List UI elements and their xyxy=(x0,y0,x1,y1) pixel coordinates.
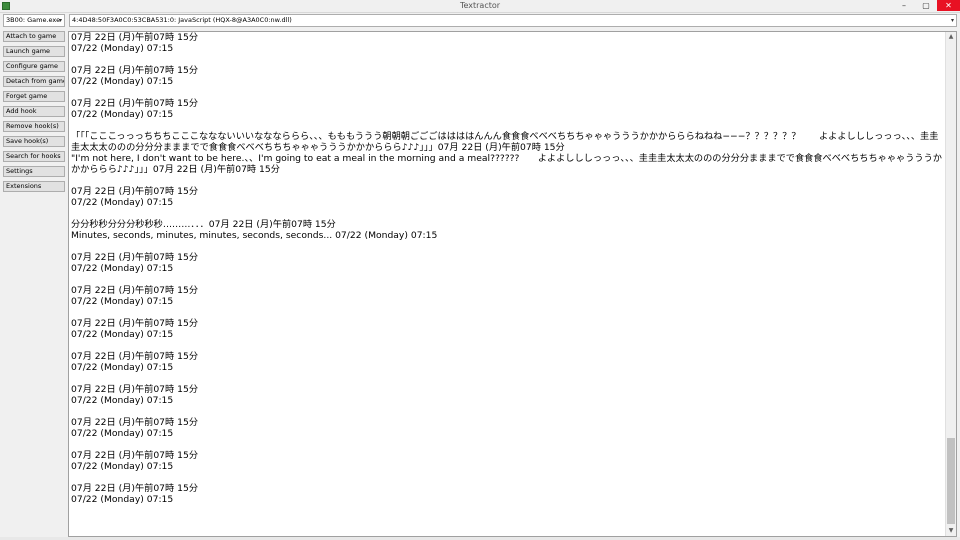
minimize-button[interactable]: – xyxy=(893,0,915,11)
remove-hooks-button[interactable]: Remove hook(s) xyxy=(3,121,65,132)
text-line: 07月 22日 (月)午前07時 15分 xyxy=(71,483,199,494)
text-line: 07/22 (Monday) 07:15 xyxy=(71,197,174,208)
detach-from-game-button[interactable]: Detach from game xyxy=(3,76,65,87)
text-line: 07月 22日 (月)午前07時 15分 xyxy=(71,384,199,395)
scroll-down-icon[interactable]: ▼ xyxy=(946,526,956,536)
text-line: 07/22 (Monday) 07:15 xyxy=(71,494,174,505)
text-line: 07月 22日 (月)午前07時 15分 xyxy=(71,285,199,296)
text-line xyxy=(71,54,943,65)
text-line: 07/22 (Monday) 07:15 xyxy=(71,362,174,373)
text-line: 07月 22日 (月)午前07時 15分 xyxy=(71,351,199,362)
text-line: 07月 22日 (月)午前07時 15分 xyxy=(71,65,199,76)
text-line: 07/22 (Monday) 07:15 xyxy=(71,395,174,406)
text-line: 07月 22日 (月)午前07時 15分 xyxy=(71,450,199,461)
process-select-value: 3B00: Game.exe xyxy=(6,16,61,24)
text-line: 「「「こここっっっちちちこここななないいいなななららら、、、もももううう朝朝朝ご… xyxy=(71,131,939,153)
hook-select-value: 4:4D48:50F3A0C0:53CBA531:0: JavaScript (… xyxy=(72,16,292,24)
chevron-down-icon: ▾ xyxy=(58,17,62,24)
text-line xyxy=(71,274,943,285)
text-line xyxy=(71,307,943,318)
process-select[interactable]: 3B00: Game.exe ▾ xyxy=(3,14,65,27)
maximize-button[interactable]: ▢ xyxy=(915,0,937,11)
window-title: Textractor xyxy=(459,1,501,10)
text-line: 07/22 (Monday) 07:15 xyxy=(71,76,174,87)
chevron-down-icon: ▾ xyxy=(950,17,954,24)
text-line xyxy=(71,340,943,351)
launch-game-button[interactable]: Launch game xyxy=(3,46,65,57)
close-button[interactable]: ✕ xyxy=(937,0,960,11)
title-bar: Textractor – ▢ ✕ xyxy=(0,0,960,13)
text-line xyxy=(71,175,943,186)
text-line: 07月 22日 (月)午前07時 15分 xyxy=(71,32,199,43)
text-line xyxy=(71,208,943,219)
text-line: 07/22 (Monday) 07:15 xyxy=(71,263,174,274)
text-line xyxy=(71,373,943,384)
text-line: 分分秒秒分分分秒秒秒………．．．07月 22日 (月)午前07時 15分 xyxy=(71,219,336,230)
text-line: 07月 22日 (月)午前07時 15分 xyxy=(71,186,199,197)
text-line xyxy=(71,87,943,98)
text-line: 07月 22日 (月)午前07時 15分 xyxy=(71,98,199,109)
save-hooks-button[interactable]: Save hook(s) xyxy=(3,136,65,147)
text-line: Minutes, seconds, minutes, minutes, seco… xyxy=(71,230,438,241)
extensions-button[interactable]: Extensions xyxy=(3,181,65,192)
text-line xyxy=(71,472,943,483)
vertical-scrollbar[interactable]: ▲ ▼ xyxy=(945,32,956,536)
settings-button[interactable]: Settings xyxy=(3,166,65,177)
text-line xyxy=(71,120,943,131)
text-line xyxy=(71,241,943,252)
configure-game-button[interactable]: Configure game xyxy=(3,61,65,72)
text-line: 07/22 (Monday) 07:15 xyxy=(71,43,174,54)
text-line: 07/22 (Monday) 07:15 xyxy=(71,329,174,340)
text-line: 07/22 (Monday) 07:15 xyxy=(71,109,174,120)
hook-select[interactable]: 4:4D48:50F3A0C0:53CBA531:0: JavaScript (… xyxy=(69,14,957,27)
text-line: 07/22 (Monday) 07:15 xyxy=(71,428,174,439)
scroll-thumb[interactable] xyxy=(947,438,955,524)
forget-game-button[interactable]: Forget game xyxy=(3,91,65,102)
text-output-area[interactable]: 07月 22日 (月)午前07時 15分 07/22 (Monday) 07:15… xyxy=(68,31,957,537)
text-line: 07月 22日 (月)午前07時 15分 xyxy=(71,318,199,329)
search-for-hooks-button[interactable]: Search for hooks xyxy=(3,151,65,162)
text-line xyxy=(71,439,943,450)
text-line: 07月 22日 (月)午前07時 15分 xyxy=(71,417,199,428)
text-line xyxy=(71,406,943,417)
add-hook-button[interactable]: Add hook xyxy=(3,106,65,117)
attach-to-game-button[interactable]: Attach to game xyxy=(3,31,65,42)
text-output-content: 07月 22日 (月)午前07時 15分 07/22 (Monday) 07:15… xyxy=(71,32,943,505)
text-line: 07/22 (Monday) 07:15 xyxy=(71,296,174,307)
text-line: 07月 22日 (月)午前07時 15分 xyxy=(71,252,199,263)
text-line: 07/22 (Monday) 07:15 xyxy=(71,461,174,472)
scroll-up-icon[interactable]: ▲ xyxy=(946,32,956,42)
text-line: "I'm not here, I don't want to be here.、… xyxy=(71,153,942,175)
